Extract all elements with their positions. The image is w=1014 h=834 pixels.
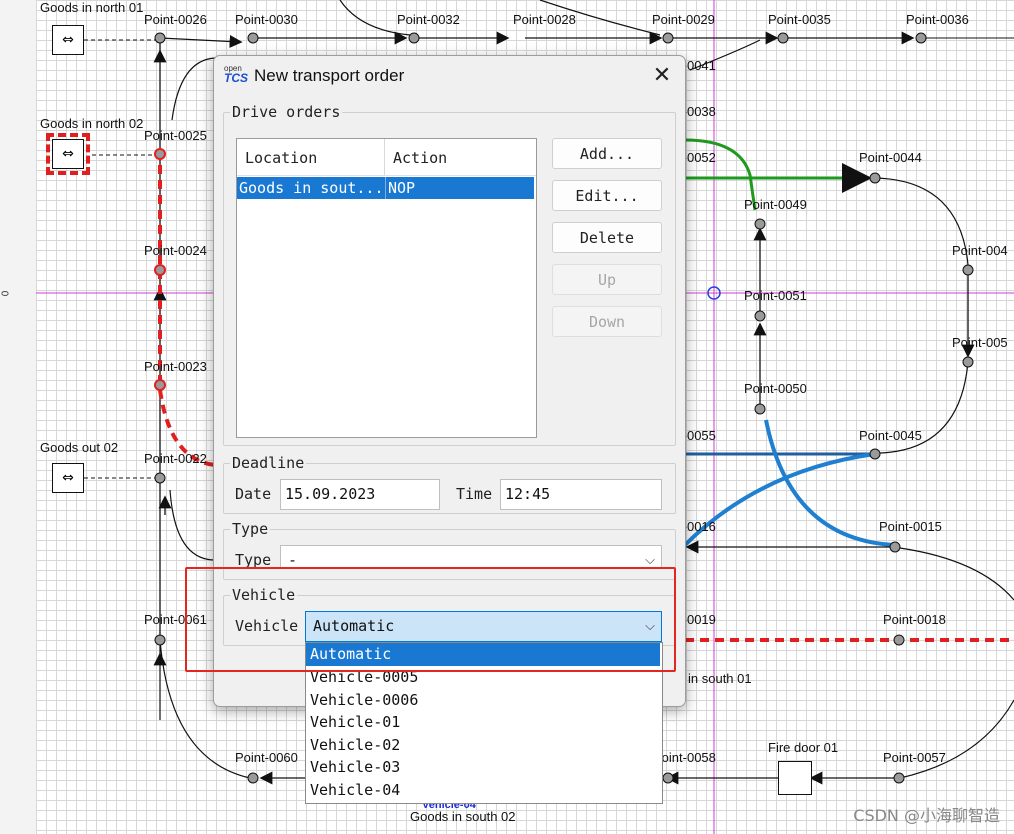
location-label: Goods out 02	[40, 440, 119, 455]
up-button[interactable]: Up	[552, 264, 662, 295]
annotation-highlight	[185, 567, 676, 672]
edit-button[interactable]: Edit...	[552, 180, 662, 211]
location-label: in south 01	[688, 671, 752, 686]
point-label: Point-004	[952, 243, 1008, 258]
location-label: Goods in south 02	[410, 809, 516, 824]
date-input[interactable]: 15.09.2023	[280, 479, 440, 510]
location-goods-in-north-01[interactable]: ⇔	[52, 25, 84, 55]
type-legend: Type	[232, 520, 269, 538]
dropdown-option[interactable]: Vehicle-0006	[306, 689, 660, 712]
down-button[interactable]: Down	[552, 306, 662, 337]
point-label: Point-0018	[883, 612, 946, 627]
drive-orders-table[interactable]: Location Action Goods in sout... NOP	[236, 138, 537, 438]
point-label: Point-0023	[144, 359, 207, 374]
point-label: Point-0025	[144, 128, 207, 143]
location-label: Fire door 01	[768, 740, 839, 755]
deadline-legend: Deadline	[232, 454, 305, 472]
dropdown-option[interactable]: Vehicle-03	[306, 756, 660, 779]
table-header: Location Action	[237, 139, 536, 176]
dropdown-option[interactable]: Vehicle-01	[306, 711, 660, 734]
point-label: Point-0057	[883, 750, 946, 765]
dialog-titlebar[interactable]: open TCS New transport order ✕	[214, 56, 685, 96]
cell-location: Goods in sout...	[237, 177, 386, 199]
point-label: Point-0051	[744, 288, 807, 303]
point-label: Point-0028	[513, 12, 576, 27]
opentcs-logo: open TCS	[224, 64, 250, 86]
cell-action: NOP	[388, 179, 416, 197]
point-label: Point-0045	[859, 428, 922, 443]
point-label: Point-0029	[652, 12, 715, 27]
add-button[interactable]: Add...	[552, 138, 662, 169]
location-icon: ⇔	[62, 470, 74, 486]
location-goods-out-02[interactable]: ⇔	[52, 463, 84, 493]
location-icon: ⇔	[62, 32, 74, 48]
location-goods-in-north-02[interactable]: ⇔	[46, 133, 90, 175]
time-label: Time	[456, 485, 493, 503]
close-icon: ✕	[652, 63, 672, 88]
point-label: Point-005	[952, 335, 1008, 350]
dialog-title: New transport order	[254, 66, 405, 85]
date-label: Date	[235, 485, 272, 503]
dropdown-option[interactable]: Vehicle-04	[306, 779, 660, 802]
point-label: Point-0015	[879, 519, 942, 534]
column-header-location[interactable]: Location	[237, 139, 385, 175]
chevron-down-icon: ⌵	[645, 553, 655, 568]
point-label: Point-0030	[235, 12, 298, 27]
location-fire-door-01[interactable]	[778, 761, 812, 795]
point-label: Point-0026	[144, 12, 207, 27]
point-label: Point-0036	[906, 12, 969, 27]
drive-orders-legend: Drive orders	[232, 103, 341, 121]
dropdown-option[interactable]: Vehicle-02	[306, 734, 660, 757]
watermark: CSDN @小海聊智造	[853, 806, 1000, 825]
logo-bottom-text: TCS	[224, 71, 248, 85]
point-label: Point-0050	[744, 381, 807, 396]
point-label: Point-0049	[744, 197, 807, 212]
location-label: Goods in north 02	[40, 116, 144, 131]
point-label: Point-0035	[768, 12, 831, 27]
location-icon: ⇔	[62, 146, 74, 162]
point-label: Point-0024	[144, 243, 207, 258]
type-select[interactable]: - ⌵	[280, 545, 662, 569]
point-label: Point-0044	[859, 150, 922, 165]
delete-button[interactable]: Delete	[552, 222, 662, 253]
location-label: Goods in north 01	[40, 0, 144, 15]
column-header-action[interactable]: Action	[385, 139, 535, 175]
point-label: Point-0022	[144, 451, 207, 466]
point-label: Point-0032	[397, 12, 460, 27]
table-row[interactable]: Goods in sout... NOP	[237, 177, 534, 199]
point-label: Point-0060	[235, 750, 298, 765]
close-button[interactable]: ✕	[647, 62, 677, 90]
time-input[interactable]: 12:45	[500, 479, 662, 510]
